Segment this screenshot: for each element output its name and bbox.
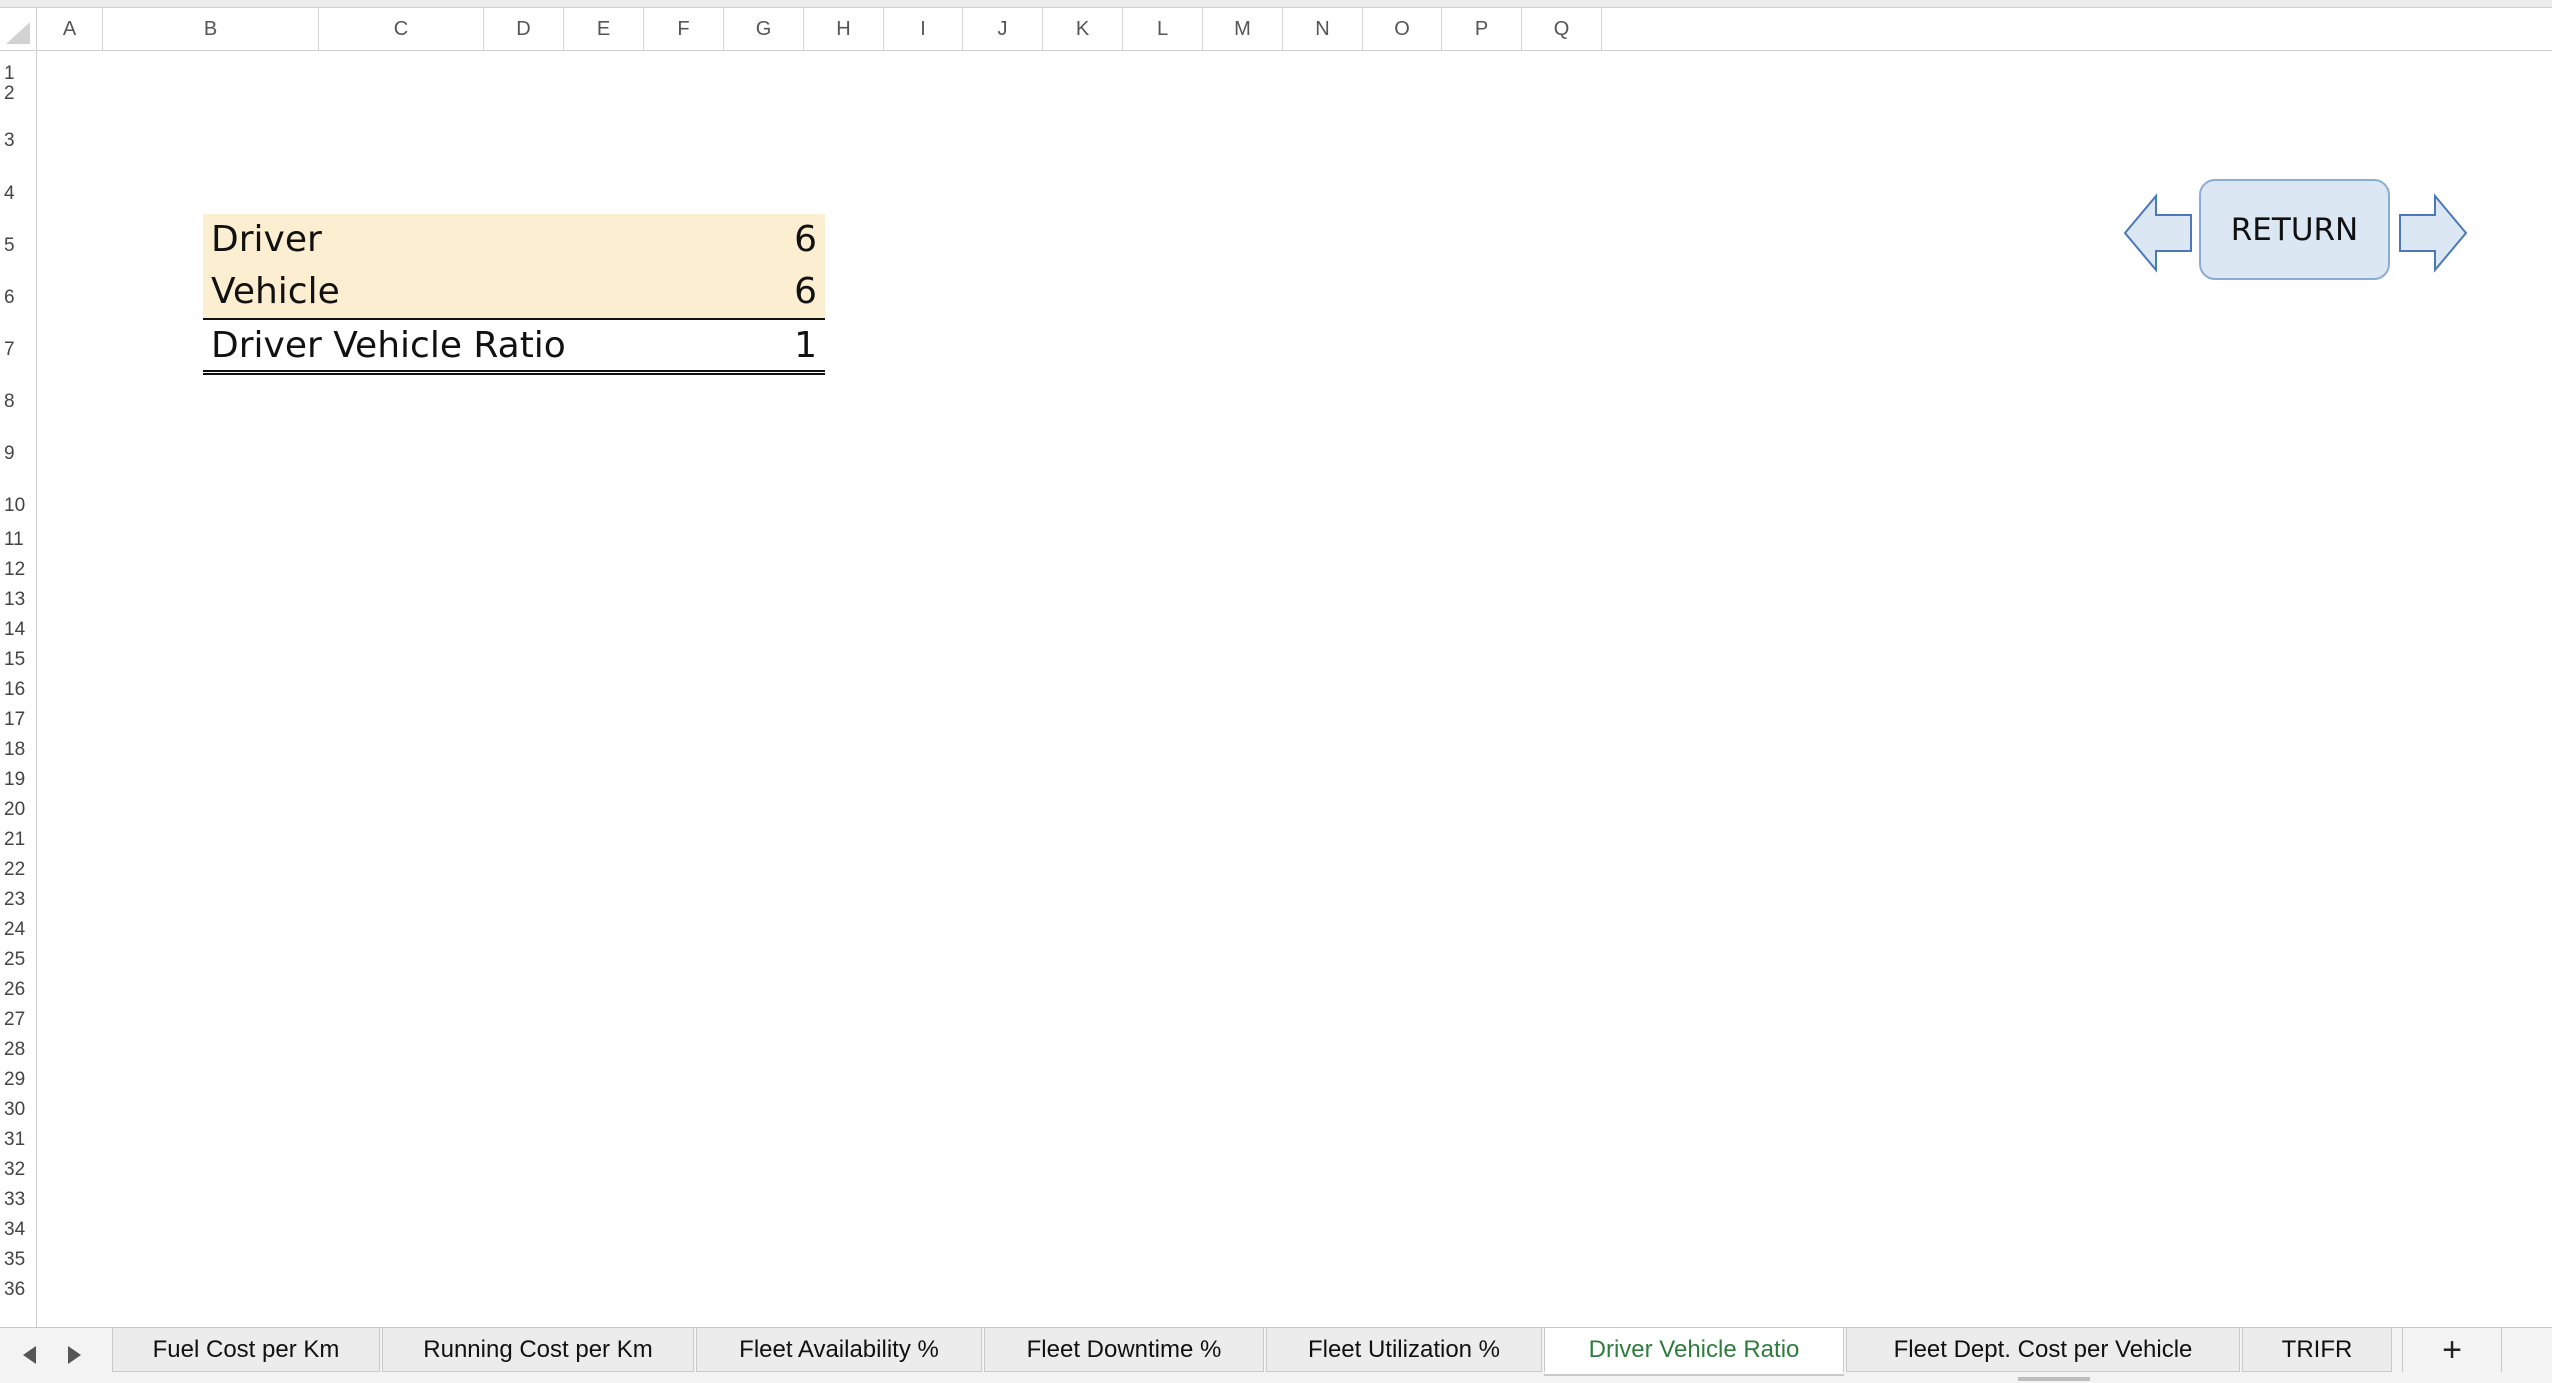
driver-value-cell[interactable]: 6	[794, 214, 817, 266]
ratio-value-cell[interactable]: 1	[794, 320, 817, 372]
column-header-f[interactable]: F	[644, 8, 724, 50]
row-header[interactable]: 13	[0, 589, 36, 611]
navigation-shapes: RETURN	[2123, 179, 2468, 283]
row-header[interactable]: 12	[0, 559, 36, 581]
row-header[interactable]: 34	[0, 1219, 36, 1241]
tab-driver-vehicle-ratio[interactable]: Driver Vehicle Ratio	[1544, 1328, 1844, 1374]
vehicle-value-cell[interactable]: 6	[794, 266, 817, 318]
tab-fleet-dept-cost-per-vehicle[interactable]: Fleet Dept. Cost per Vehicle	[1846, 1328, 2240, 1372]
tab-scroll-right-icon[interactable]	[66, 1344, 84, 1366]
row-header[interactable]: 26	[0, 979, 36, 1001]
row-header[interactable]: 22	[0, 859, 36, 881]
row-header[interactable]: 5	[0, 235, 36, 257]
column-header-n[interactable]: N	[1283, 8, 1363, 50]
row-header[interactable]: 23	[0, 889, 36, 911]
tab-fuel-cost-per-km[interactable]: Fuel Cost per Km	[112, 1328, 380, 1372]
tab-fleet-utilization[interactable]: Fleet Utilization %	[1266, 1328, 1542, 1372]
row-header[interactable]: 29	[0, 1069, 36, 1091]
column-header-k[interactable]: K	[1043, 8, 1123, 50]
row-header[interactable]: 21	[0, 829, 36, 851]
column-header-b[interactable]: B	[103, 8, 319, 50]
row-header[interactable]: 9	[0, 443, 36, 465]
row-header[interactable]: 30	[0, 1099, 36, 1121]
row-header[interactable]: 36	[0, 1279, 36, 1301]
tab-trifr[interactable]: TRIFR	[2242, 1328, 2392, 1372]
row-header[interactable]: 7	[0, 339, 36, 361]
row-header[interactable]: 18	[0, 739, 36, 761]
row-header[interactable]: 19	[0, 769, 36, 791]
column-header-j[interactable]: J	[963, 8, 1043, 50]
row-header-bar: 1 2 3 4 5 6 7 8 9 10 11 12 13 14 15 16 1…	[0, 51, 37, 1327]
column-header-o[interactable]: O	[1363, 8, 1442, 50]
row-header[interactable]: 17	[0, 709, 36, 731]
row-header[interactable]: 3	[0, 130, 36, 152]
column-header-a[interactable]: A	[37, 8, 103, 50]
column-header-d[interactable]: D	[484, 8, 564, 50]
row-header[interactable]: 25	[0, 949, 36, 971]
row-header[interactable]: 10	[0, 495, 36, 517]
driver-label-cell[interactable]: Driver	[211, 214, 322, 266]
column-header-c[interactable]: C	[319, 8, 484, 50]
tab-scroll-left-icon[interactable]	[20, 1344, 38, 1366]
tab-fleet-downtime[interactable]: Fleet Downtime %	[984, 1328, 1264, 1372]
row-header[interactable]: 24	[0, 919, 36, 941]
select-all-corner-icon	[6, 22, 30, 44]
column-header-bar: A B C D E F G H I J K L M N O P Q	[0, 8, 2552, 51]
row-header[interactable]: 35	[0, 1249, 36, 1271]
row-header[interactable]: 31	[0, 1129, 36, 1151]
column-header-p[interactable]: P	[1442, 8, 1522, 50]
column-header-i[interactable]: I	[884, 8, 963, 50]
column-header-m[interactable]: M	[1203, 8, 1283, 50]
driver-row[interactable]: Driver 6	[203, 214, 825, 266]
arrow-left-icon[interactable]	[2123, 193, 2193, 273]
row-header[interactable]: 15	[0, 649, 36, 671]
row-header[interactable]: 2	[0, 83, 36, 105]
row-header[interactable]: 14	[0, 619, 36, 641]
horizontal-scrollbar[interactable]	[2018, 1377, 2090, 1381]
row-header[interactable]: 27	[0, 1009, 36, 1031]
select-all-corner[interactable]	[0, 8, 37, 50]
ratio-label-cell[interactable]: Driver Vehicle Ratio	[211, 320, 566, 372]
row-header[interactable]: 4	[0, 183, 36, 205]
column-header-h[interactable]: H	[804, 8, 884, 50]
column-header-e[interactable]: E	[564, 8, 644, 50]
window-top-edge	[0, 0, 2552, 8]
row-header[interactable]: 33	[0, 1189, 36, 1211]
row-header[interactable]: 16	[0, 679, 36, 701]
column-header-l[interactable]: L	[1123, 8, 1203, 50]
row-header[interactable]: 11	[0, 529, 36, 551]
row-header[interactable]: 6	[0, 287, 36, 309]
row-header[interactable]: 28	[0, 1039, 36, 1061]
vehicle-label-cell[interactable]: Vehicle	[211, 266, 340, 318]
column-header-q[interactable]: Q	[1522, 8, 1602, 50]
tab-fleet-availability[interactable]: Fleet Availability %	[696, 1328, 982, 1372]
sheet-tab-bar: Fuel Cost per Km Running Cost per Km Fle…	[0, 1327, 2552, 1383]
sheet-grid[interactable]: Driver 6 Vehicle 6 Driver Vehicle Ratio …	[37, 51, 2552, 1327]
ratio-row[interactable]: Driver Vehicle Ratio 1	[203, 320, 825, 375]
row-header[interactable]: 20	[0, 799, 36, 821]
row-header[interactable]: 32	[0, 1159, 36, 1181]
row-header[interactable]: 8	[0, 391, 36, 413]
vehicle-row[interactable]: Vehicle 6	[203, 266, 825, 320]
column-header-g[interactable]: G	[724, 8, 804, 50]
arrow-right-icon[interactable]	[2398, 193, 2468, 273]
row-header[interactable]: 1	[0, 63, 36, 85]
tab-running-cost-per-km[interactable]: Running Cost per Km	[382, 1328, 694, 1372]
return-button[interactable]: RETURN	[2199, 179, 2390, 280]
add-sheet-button[interactable]: +	[2402, 1328, 2502, 1372]
